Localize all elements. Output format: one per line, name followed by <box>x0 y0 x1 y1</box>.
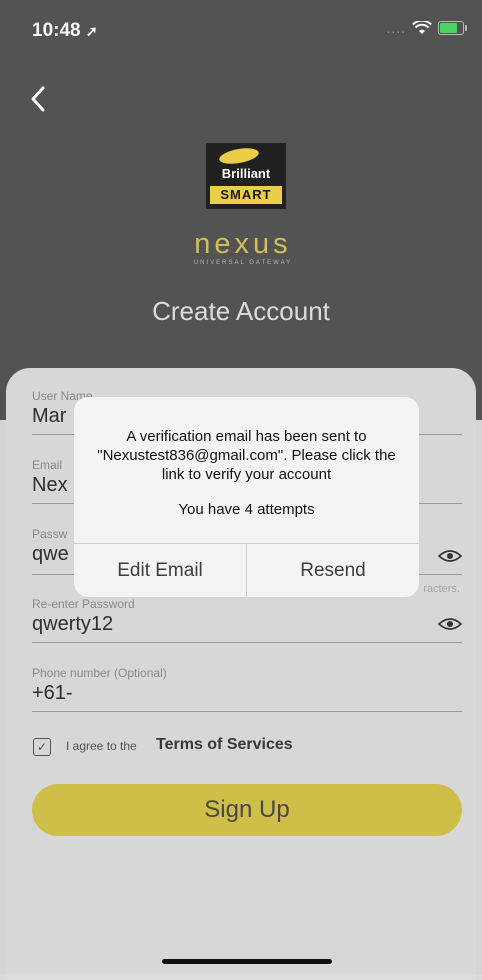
resend-button[interactable]: Resend <box>247 544 419 597</box>
verification-dialog: A verification email has been sent to "N… <box>74 397 419 597</box>
dialog-message: A verification email has been sent to "N… <box>97 428 396 483</box>
create-account-screen: 10:48 ➚ .... Brilliant SMART nexus UNIVE… <box>0 0 482 980</box>
edit-email-button[interactable]: Edit Email <box>74 544 246 597</box>
dialog-attempts: You have 4 attempts <box>178 501 315 518</box>
